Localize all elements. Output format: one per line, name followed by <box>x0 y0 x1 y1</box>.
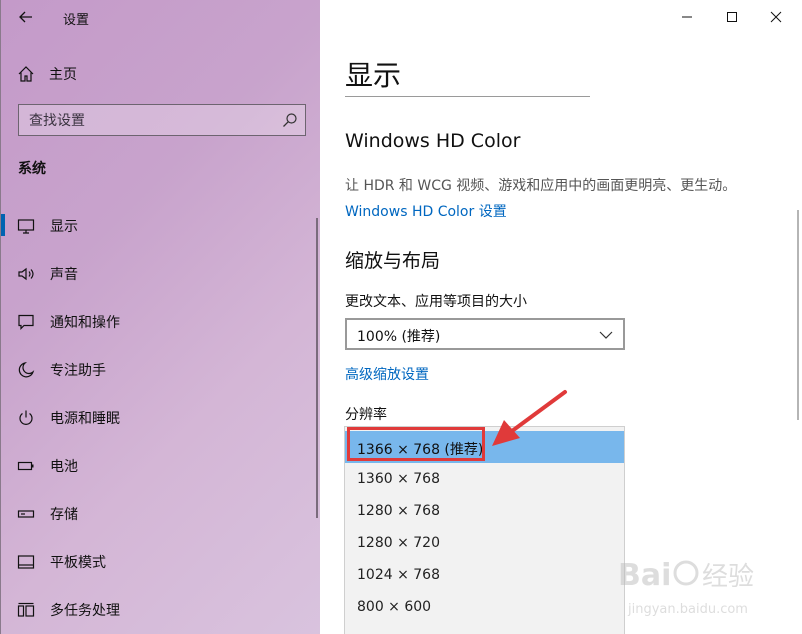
sidebar-item-label: 显示 <box>50 219 78 235</box>
back-arrow-icon <box>19 11 32 23</box>
chevron-down-icon <box>599 331 613 339</box>
svg-text:Bai: Bai <box>618 558 671 593</box>
sidebar-item-storage[interactable]: 存储 <box>1 490 321 538</box>
page-title: 显示 <box>345 59 402 92</box>
moon-icon <box>18 361 35 378</box>
app-title: 设置 <box>63 13 90 28</box>
back-button[interactable] <box>13 6 39 28</box>
sidebar-item-label: 主页 <box>49 67 77 83</box>
svg-text:经验: 经验 <box>702 562 754 592</box>
titlebar-left: 设置 <box>1 0 321 34</box>
minimize-button[interactable] <box>665 6 709 28</box>
multitask-icon <box>17 602 35 617</box>
resolution-option-label: 1280 × 768 <box>357 503 440 519</box>
resolution-option[interactable]: 800 × 600 <box>345 591 624 623</box>
sidebar-item-label: 电源和睡眠 <box>50 411 120 427</box>
advanced-scaling-link[interactable]: 高级缩放设置 <box>345 364 429 384</box>
search-icon[interactable] <box>281 111 299 129</box>
maximize-icon <box>727 12 737 22</box>
close-button[interactable] <box>754 6 798 28</box>
main-content: 显示 Windows HD Color 让 HDR 和 WCG 视频、游戏和应用… <box>320 0 802 634</box>
sidebar-item-label: 平板模式 <box>50 555 106 571</box>
baidu-watermark-logo: Bai 经验 jingyan.baidu.com <box>618 558 754 617</box>
sidebar-item-label: 电池 <box>50 459 78 475</box>
power-icon <box>19 410 33 425</box>
search-box[interactable] <box>18 104 306 137</box>
title-divider <box>345 96 590 97</box>
tablet-icon <box>17 555 35 569</box>
section-title: 系统 <box>18 161 46 177</box>
minimize-icon <box>682 16 692 18</box>
sidebar-item-label: 存储 <box>50 507 78 523</box>
sidebar-item-sound[interactable]: 声音 <box>1 250 321 298</box>
scale-layout-heading: 缩放与布局 <box>345 250 441 272</box>
sidebar-item-notifications[interactable]: 通知和操作 <box>1 298 321 346</box>
resolution-option-label: 1366 × 768 (推荐) <box>357 442 484 458</box>
home-icon <box>18 66 34 82</box>
sidebar-item-multitasking[interactable]: 多任务处理 <box>1 586 321 634</box>
resolution-option[interactable]: 1024 × 768 <box>345 559 624 591</box>
hd-color-heading: Windows HD Color <box>345 130 521 152</box>
hd-color-description: 让 HDR 和 WCG 视频、游戏和应用中的画面更明亮、更生动。 <box>345 178 737 194</box>
hd-color-settings-link[interactable]: Windows HD Color 设置 <box>345 201 507 221</box>
sidebar-item-battery[interactable]: 电池 <box>1 442 321 490</box>
speaker-icon <box>18 267 34 281</box>
sidebar-item-focus-assist[interactable]: 专注助手 <box>1 346 321 394</box>
search-input[interactable] <box>19 105 287 137</box>
svg-text:jingyan.baidu.com: jingyan.baidu.com <box>627 602 748 617</box>
sidebar: 设置 主页 系统 显示 声音 <box>0 0 320 634</box>
battery-icon <box>17 461 34 471</box>
scale-dropdown-value: 100% (推荐) <box>357 329 441 345</box>
sidebar-item-power[interactable]: 电源和睡眠 <box>1 394 321 442</box>
resolution-label: 分辨率 <box>345 407 387 423</box>
resolution-option[interactable]: 1280 × 720 <box>345 527 624 559</box>
resolution-option-label: 1024 × 768 <box>357 567 440 583</box>
content-scrollbar[interactable] <box>797 210 799 420</box>
sidebar-scrollbar[interactable] <box>316 218 318 518</box>
storage-icon <box>17 510 35 518</box>
close-icon <box>770 11 782 23</box>
sidebar-item-label: 专注助手 <box>50 363 106 379</box>
nav-list: 显示 声音 通知和操作 专注助手 电源和睡眠 电池 存储 平板模式 多任务处理 <box>1 202 321 634</box>
monitor-icon <box>17 219 35 234</box>
resolution-listbox[interactable]: 1366 × 768 (推荐) 1360 × 768 1280 × 768 12… <box>344 426 625 634</box>
sidebar-item-label: 声音 <box>50 267 78 283</box>
resolution-option[interactable]: 1280 × 768 <box>345 495 624 527</box>
active-indicator <box>1 214 5 236</box>
resolution-option-label: 1360 × 768 <box>357 471 440 487</box>
scale-dropdown[interactable]: 100% (推荐) <box>345 318 625 350</box>
resolution-option[interactable]: 1360 × 768 <box>345 463 624 495</box>
maximize-button[interactable] <box>710 6 754 28</box>
notification-icon <box>18 314 34 330</box>
sidebar-item-display[interactable]: 显示 <box>1 202 321 250</box>
sidebar-item-label: 多任务处理 <box>50 603 120 619</box>
sidebar-item-label: 通知和操作 <box>50 315 120 331</box>
sidebar-item-home[interactable]: 主页 <box>17 62 77 86</box>
resolution-option-label: 800 × 600 <box>357 599 432 615</box>
resolution-option-label: 1280 × 720 <box>357 535 440 551</box>
scale-label: 更改文本、应用等项目的大小 <box>345 294 527 310</box>
sidebar-item-tablet-mode[interactable]: 平板模式 <box>1 538 321 586</box>
resolution-option[interactable]: 1366 × 768 (推荐) <box>345 431 624 463</box>
